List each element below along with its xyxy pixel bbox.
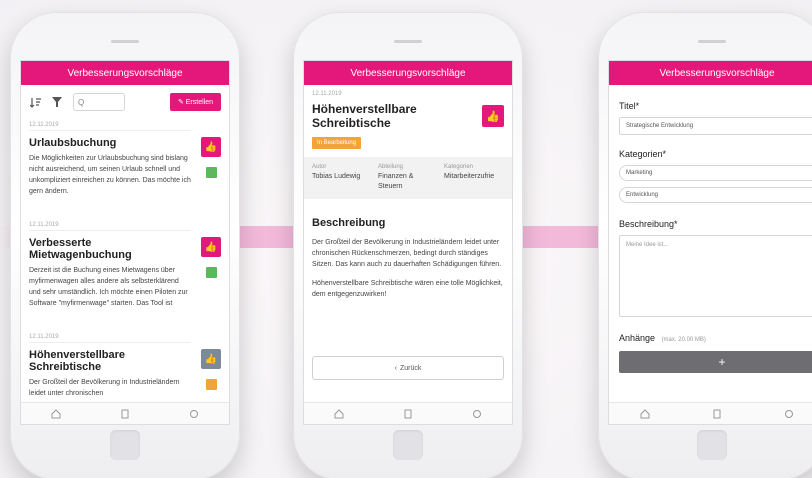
category-select-marketing[interactable]: Marketing [619,165,812,181]
meta-author: Autor Tobias Ludewig [312,164,368,192]
thumbs-up-icon[interactable]: 👍 [201,237,221,257]
app-header: Verbesserungsvorschläge [21,61,229,85]
thumbs-up-icon[interactable]: 👍 [201,137,221,157]
phone-detail: Verbesserungsvorschläge 12.11.2019 Höhen… [293,12,523,478]
phone-form: Verbesserungsvorschläge Titel* Strategis… [598,12,812,478]
filter-icon[interactable] [51,96,63,108]
status-indicator [206,379,217,390]
item-date: 12.11.2019 [29,331,191,343]
category-select-entwicklung[interactable]: Entwicklung [619,187,812,203]
item-text: Der Großteil der Bevölkerung in Industri… [29,379,180,397]
document-icon[interactable] [403,409,413,419]
search-input[interactable]: Q [73,93,125,111]
tab-bar [21,402,229,424]
attachments-label: Anhänge [619,333,656,343]
app-header: Verbesserungsvorschläge [304,61,512,85]
meta-key: Kategorien [444,164,474,170]
home-button[interactable] [393,430,423,460]
app-header: Verbesserungsvorschläge [609,61,812,85]
status-badge: In Bearbeitung [312,137,362,149]
chat-icon[interactable] [784,409,794,419]
speaker [111,40,139,43]
item-title: Urlaubsbuchung [29,137,117,149]
thumbs-up-icon[interactable]: 👍 [482,105,504,127]
list-item[interactable]: 12.11.2019 Höhenverstellbare Schreibtisc… [29,331,221,399]
description-heading: Beschreibung [312,217,386,229]
home-icon[interactable] [640,408,650,419]
suggestion-feed: 12.11.2019 Urlaubsbuchung Die Möglichkei… [21,119,229,399]
search-icon: Q [78,97,85,107]
attachments-row: Anhänge (max. 20.00 MB) [619,333,812,343]
attachments-hint: (max. 20.00 MB) [661,337,706,343]
meta-key: Autor [312,164,327,170]
description-field[interactable]: Meine Idee ist... [619,235,812,317]
chevron-left-icon: ‹ [394,364,397,372]
fade-overlay [29,201,191,219]
title-label: Titel* [619,101,640,111]
sort-icon[interactable] [29,96,41,108]
add-attachment-button[interactable]: + [619,351,812,373]
item-date: 12.11.2019 [29,219,191,231]
speaker [698,40,726,43]
categories-label: Kategorien* [619,149,667,159]
description-label: Beschreibung* [619,219,678,229]
tab-bar [609,402,812,424]
description-text: Höhenverstellbare Schreibtische wären ei… [312,280,503,298]
toolbar: Q ✎ Erstellen [21,85,229,119]
screen-detail: Verbesserungsvorschläge 12.11.2019 Höhen… [303,60,513,425]
chat-icon[interactable] [189,409,199,419]
meta-value: Tobias Ludewig [312,173,361,180]
detail-title: Höhenverstellbare Schreibtische [312,102,417,130]
suggestion-form: Titel* Strategische Entwicklung Kategori… [609,85,812,373]
item-date: 12.11.2019 [29,119,191,131]
status-indicator [206,167,217,178]
tab-bar [304,402,512,424]
list-item[interactable]: 12.11.2019 Verbesserte Mietwagenbuchung … [29,219,221,331]
detail-date: 12.11.2019 [312,91,342,97]
home-button[interactable] [697,430,727,460]
create-button[interactable]: ✎ Erstellen [169,93,221,111]
thumbs-up-icon[interactable]: 👍 [201,349,221,369]
meta-department: Abteilung Finanzen & Steuern [378,164,434,192]
back-button[interactable]: ‹ Zurück [312,356,504,380]
home-icon[interactable] [334,408,344,419]
phone-list: Verbesserungsvorschläge Q ✎ Erstellen 12… [10,12,240,478]
document-icon[interactable] [120,409,130,419]
meta-key: Abteilung [378,164,404,170]
item-title: Verbesserte Mietwagenbuchung [29,237,132,261]
home-icon[interactable] [51,408,61,419]
fade-overlay [29,313,191,331]
speaker [394,40,422,43]
meta-value: Mitarbeiterzufrie [444,173,495,180]
detail-header: 12.11.2019 Höhenverstellbare Schreibtisc… [304,85,512,149]
home-button[interactable] [110,430,140,460]
screen-list: Verbesserungsvorschläge Q ✎ Erstellen 12… [20,60,230,425]
document-icon[interactable] [712,409,722,419]
chat-icon[interactable] [472,409,482,419]
back-label: Zurück [399,364,422,372]
meta-panel: Autor Tobias Ludewig Abteilung Finanzen … [304,157,512,199]
screen-form: Verbesserungsvorschläge Titel* Strategis… [608,60,812,425]
list-item[interactable]: 12.11.2019 Urlaubsbuchung Die Möglichkei… [29,119,221,219]
title-field[interactable]: Strategische Entwicklung [619,117,812,135]
status-indicator [206,267,217,278]
description-text: Der Großteil der Bevölkerung in Industri… [312,239,502,268]
meta-value: Finanzen & Steuern [378,173,414,190]
meta-categories: Kategorien Mitarbeiterzufrie [444,164,500,192]
description-section: Beschreibung Der Großteil der Bevölkerun… [304,199,512,300]
item-title: Höhenverstellbare Schreibtische [29,349,125,373]
